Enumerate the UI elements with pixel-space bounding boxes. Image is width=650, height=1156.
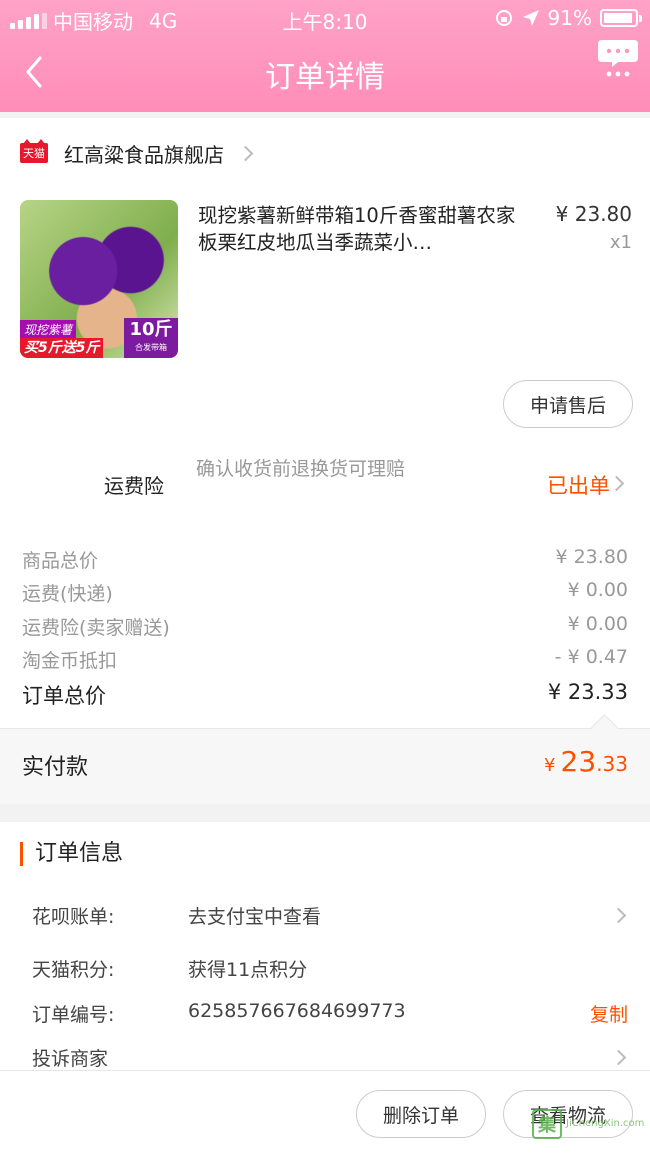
delete-order-button[interactable]: 删除订单 <box>356 1090 486 1138</box>
store-row[interactable]: 天猫 红高粱食品旗舰店 <box>20 139 254 167</box>
order-detail-page: 中国移动 4G 上午8:10 91% 订单详情 天猫 红高粱食品旗舰店 现挖紫薯… <box>0 0 650 1156</box>
nav-bar: 订单详情 <box>0 36 650 112</box>
paid-decimal: .33 <box>596 752 628 776</box>
fee-label: 运费(快递) <box>22 583 113 605</box>
insurance-label: 运费险 <box>104 474 164 498</box>
image-weight: 10斤 <box>129 319 173 340</box>
fee-value: ¥ 23.80 <box>555 546 628 568</box>
insurance-desc: 确认收货前退换货可理赔 <box>196 458 406 480</box>
order-number-row: 订单编号: 625857667684699773 复制 <box>32 1000 628 1030</box>
product-price: ¥ 23.80 <box>555 202 632 226</box>
chevron-right-icon <box>610 1049 627 1066</box>
product-quantity: x1 <box>609 232 632 253</box>
copy-button[interactable]: 复制 <box>590 1000 628 1027</box>
image-box-note: 合发带箱 <box>135 343 167 352</box>
image-weight-box: 10斤 合发带箱 <box>124 318 178 358</box>
fee-row: 运费险(卖家赠送) ¥ 0.00 <box>22 613 628 640</box>
paid-integer: 23 <box>560 745 597 778</box>
huabei-row[interactable]: 花呗账单: 去支付宝中查看 <box>32 902 628 932</box>
order-total-label: 订单总价 <box>22 684 106 708</box>
points-row: 天猫积分: 获得11点积分 <box>32 955 628 985</box>
info-key: 花呗账单: <box>32 906 115 928</box>
chevron-right-icon <box>237 145 254 161</box>
fee-label: 商品总价 <box>22 550 99 572</box>
image-promo-tag: 买5斤送5斤 <box>20 338 104 358</box>
fee-row: 运费(快递) ¥ 0.00 <box>22 579 628 606</box>
fee-label: 运费险(卖家赠送) <box>22 617 170 639</box>
order-number: 625857667684699773 <box>188 1000 406 1022</box>
watermark: 集 JiChengXin.com <box>532 1104 648 1144</box>
paid-currency: ¥ <box>544 755 556 776</box>
after-sale-button[interactable]: 申请售后 <box>503 380 633 428</box>
fee-label: 淘金币抵扣 <box>22 650 118 672</box>
more-menu-icon[interactable] <box>598 36 638 80</box>
info-key: 订单编号: <box>32 1004 115 1026</box>
product-title[interactable]: 现挖紫薯新鲜带箱10斤香蜜甜薯农家板栗红皮地瓜当季蔬菜小… <box>198 202 528 256</box>
location-icon <box>522 10 539 26</box>
watermark-text: JiChengXin.com <box>566 1118 645 1129</box>
store-name: 红高粱食品旗舰店 <box>64 142 224 167</box>
paid-row: 实付款 ¥ 23.33 <box>0 728 650 804</box>
paid-label: 实付款 <box>22 755 89 780</box>
fee-row: 商品总价 ¥ 23.80 <box>22 546 628 573</box>
rotation-lock-icon <box>495 10 512 26</box>
fee-value: ¥ 0.00 <box>567 579 628 601</box>
chevron-right-icon <box>610 907 627 924</box>
watermark-logo: 集 <box>532 1109 562 1139</box>
battery-icon <box>600 9 642 27</box>
fee-value: ¥ 0.00 <box>567 613 628 635</box>
status-right: 91% <box>494 6 642 30</box>
insurance-status[interactable]: 已出单 <box>547 470 610 500</box>
product-image[interactable]: 现挖紫薯 买5斤送5斤 10斤 合发带箱 <box>20 200 178 358</box>
image-tag: 现挖紫薯 <box>20 320 77 339</box>
tmall-icon: 天猫 <box>20 139 48 163</box>
info-value: 去支付宝中查看 <box>188 906 322 928</box>
info-value: 获得11点积分 <box>188 959 308 981</box>
page-title: 订单详情 <box>265 60 385 95</box>
info-key: 投诉商家 <box>32 1048 109 1070</box>
battery-percent: 91% <box>547 6 592 30</box>
info-key: 天猫积分: <box>32 959 115 981</box>
paid-amount: ¥ 23.33 <box>544 745 628 778</box>
fee-value: - ¥ 0.47 <box>554 646 628 668</box>
header: 中国移动 4G 上午8:10 91% 订单详情 <box>0 0 650 112</box>
order-total-value: ¥ 23.33 <box>547 680 628 704</box>
fee-row: 淘金币抵扣 - ¥ 0.47 <box>22 646 628 673</box>
order-total-row: 订单总价 ¥ 23.33 <box>22 680 628 710</box>
order-info-title: 订单信息 <box>20 842 123 866</box>
status-bar: 中国移动 4G 上午8:10 91% <box>0 0 650 36</box>
